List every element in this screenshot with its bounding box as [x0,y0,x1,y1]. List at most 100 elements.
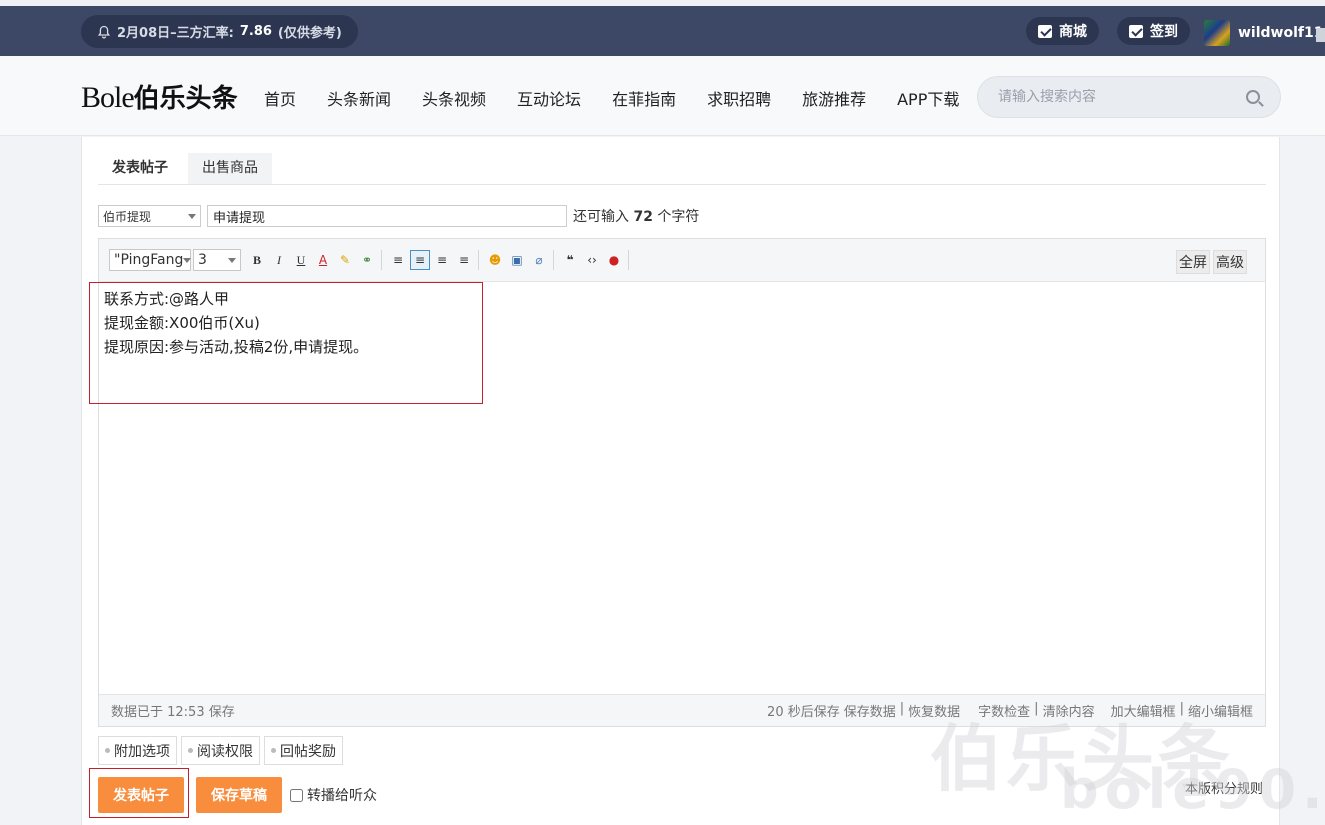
site-logo[interactable]: Bole伯乐头条 [81,78,238,115]
search-box [977,76,1281,118]
quote-icon[interactable]: ❝ [560,250,580,270]
rate-prefix: 2月08日–三方汇率: [117,26,234,41]
bullet-icon [105,748,110,753]
calendar-check-icon [1129,24,1143,38]
chevron-down-icon [228,257,236,263]
restore-data-link[interactable]: 恢复数据 [908,701,960,720]
post-options: 附加选项 阅读权限 回帖奖励 [98,736,343,765]
save-draft-button[interactable]: 保存草稿 [196,777,282,813]
read-permission-label: 阅读权限 [197,743,253,760]
exchange-rate-notice[interactable]: 2月08日–三方汇率: 7.86 (仅供参考) [81,15,358,48]
submit-highlight-box [89,768,189,818]
nav-forum[interactable]: 互动论坛 [517,86,581,110]
read-permission-button[interactable]: 阅读权限 [181,736,260,765]
status-divider: | [1179,701,1184,716]
emoji-icon[interactable]: ☻ [485,250,505,270]
post-tabs: 发表帖子 出售商品 [98,153,1266,185]
username: wildwolf116 [1238,25,1325,41]
nav-app[interactable]: APP下载 [897,86,959,110]
category-select[interactable]: 伯币提现 [98,205,201,227]
code-icon[interactable]: ‹› [582,250,602,270]
bold-icon[interactable]: B [247,250,267,270]
logo-latin: Bole [81,81,135,114]
attachment-icon[interactable]: ⌀ [529,250,549,270]
reply-reward-button[interactable]: 回帖奖励 [264,736,343,765]
search-icon[interactable] [1246,90,1260,104]
font-color-icon[interactable]: A [313,250,333,270]
italic-icon[interactable]: I [269,250,289,270]
title-row: 伯币提现 还可输入 72 个字符 [98,205,699,227]
remain-prefix: 还可输入 [573,209,629,225]
user-dropdown-icon[interactable] [1316,28,1325,42]
align-justify-icon[interactable]: ≡ [410,250,430,270]
save-data-link[interactable]: 保存数据 [844,701,896,720]
font-family-value: "PingFang [114,252,184,268]
site-header: Bole伯乐头条 首页 头条新闻 头条视频 互动论坛 在菲指南 求职招聘 旅游推… [0,56,1325,136]
tab-post[interactable]: 发表帖子 [98,153,182,184]
chevron-down-icon [188,213,196,219]
word-check-link[interactable]: 字数检查 [978,701,1030,720]
align-left-icon[interactable]: ≡ [388,250,408,270]
fullscreen-button[interactable]: 全屏 [1176,250,1210,274]
toolbar-right: 全屏 高级 [1176,250,1247,274]
autosave-countdown: 20 秒后保存 [767,705,840,720]
chevron-down-icon [183,257,192,263]
enlarge-editor-link[interactable]: 加大编辑框 [1111,701,1176,720]
tab-sell[interactable]: 出售商品 [188,153,272,184]
title-input[interactable] [207,205,567,227]
link-icon[interactable]: ⚭ [357,250,377,270]
advanced-button[interactable]: 高级 [1213,250,1247,274]
broadcast-option[interactable]: 转播给听众 [290,785,377,805]
rate-value: 7.86 [239,24,272,39]
nav-home[interactable]: 首页 [264,86,296,110]
bullet-icon [188,748,193,753]
points-rules-link[interactable]: 本版积分规则 [1185,778,1263,797]
bell-icon [97,25,111,38]
checkin-button[interactable]: 签到 [1117,17,1190,45]
top-bar: 2月08日–三方汇率: 7.86 (仅供参考) 商城 签到 wildwolf116 [0,0,1325,56]
editor-statusbar: 数据已于 12:53 保存 20 秒后保存 保存数据 | 恢复数据 字数检查 |… [99,694,1265,726]
align-right-icon[interactable]: ≡ [454,250,474,270]
nav-news[interactable]: 头条新闻 [327,86,391,110]
font-size-select[interactable]: 3 [193,249,241,271]
search-input[interactable] [998,89,1246,105]
avatar [1204,20,1230,46]
clear-content-link[interactable]: 清除内容 [1043,701,1095,720]
attach-options-label: 附加选项 [114,743,170,760]
status-divider: | [899,701,905,716]
content-highlight-box [89,282,483,404]
nav-travel[interactable]: 旅游推荐 [802,86,866,110]
toolbar-divider [478,250,479,270]
toolbar-divider [553,250,554,270]
broadcast-label: 转播给听众 [307,788,377,804]
image-icon[interactable]: ▣ [507,250,527,270]
checkin-label: 签到 [1150,24,1178,40]
toolbar-divider [628,250,629,270]
shop-label: 商城 [1059,24,1087,40]
shop-button[interactable]: 商城 [1026,17,1099,45]
remain-suffix: 个字符 [657,209,700,225]
remain-count: 72 [633,209,653,225]
bullet-icon [271,748,276,753]
font-size-value: 3 [198,252,207,268]
highlight-icon[interactable]: ✎ [335,250,355,270]
status-actions: 20 秒后保存 保存数据 | 恢复数据 字数检查 | 清除内容 加大编辑框 | … [767,701,1253,720]
category-value: 伯币提现 [103,209,152,224]
status-divider: | [1034,701,1039,716]
qq-icon[interactable]: ● [604,250,624,270]
shop-icon [1038,24,1052,38]
font-family-select[interactable]: "PingFang [109,249,192,271]
nav-jobs[interactable]: 求职招聘 [707,86,771,110]
nav-guide[interactable]: 在菲指南 [612,86,676,110]
post-panel: 发表帖子 出售商品 伯币提现 还可输入 72 个字符 "PingFang 3 B… [81,137,1280,825]
broadcast-checkbox[interactable] [290,788,303,802]
shrink-editor-link[interactable]: 缩小编辑框 [1188,701,1253,720]
underline-icon[interactable]: U [291,250,311,270]
align-center-icon[interactable]: ≡ [432,250,452,270]
nav-video[interactable]: 头条视频 [422,86,486,110]
attach-options-button[interactable]: 附加选项 [98,736,177,765]
user-menu[interactable]: wildwolf116 [1204,20,1325,46]
remaining-chars: 还可输入 72 个字符 [573,206,699,226]
toolbar-divider [381,250,382,270]
saved-time: 数据已于 12:53 保存 [111,705,235,720]
